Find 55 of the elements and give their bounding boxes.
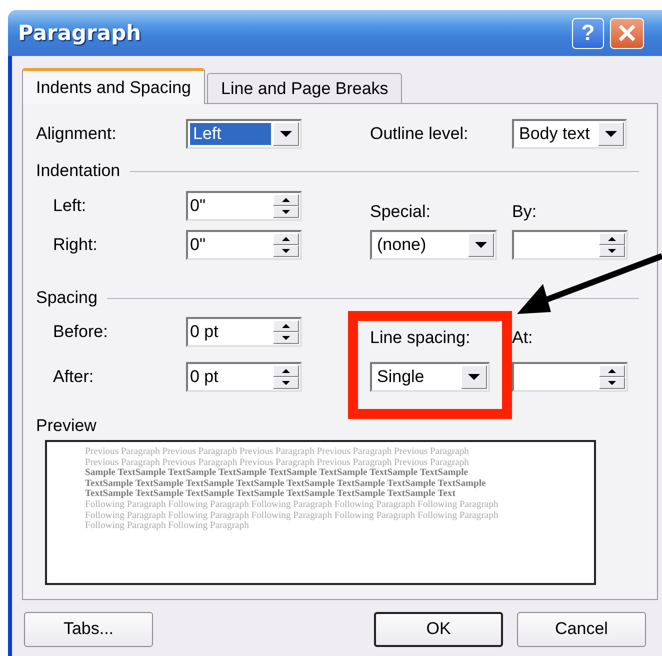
- close-icon: [618, 24, 636, 42]
- preview-text: TextSample TextSample TextSample TextSample TextSample TextSample TextSample Text: [85, 489, 456, 500]
- section-title: Spacing: [36, 288, 98, 308]
- input-field[interactable]: 0": [186, 230, 302, 260]
- spin-down-button[interactable]: [599, 245, 625, 257]
- preview-text: Previous Paragraph Previous Paragraph Previous Paragraph Previous Paragraph Previous Paragraph: [85, 447, 470, 458]
- input-field[interactable]: 0 pt: [186, 362, 302, 392]
- field-label: At:: [512, 328, 534, 348]
- field-label: By:: [512, 202, 538, 222]
- field-label: Outline level:: [370, 124, 470, 144]
- preview-text: Following Paragraph Following Paragraph: [85, 521, 250, 532]
- spin-up-button[interactable]: [273, 233, 299, 245]
- special-dropdown[interactable]: (none): [370, 230, 497, 260]
- section-title: Preview: [36, 416, 96, 436]
- dropdown-arrow-button[interactable]: [468, 233, 494, 257]
- dropdown-arrow-button[interactable]: [598, 122, 624, 146]
- line-spacing-dropdown[interactable]: Single: [370, 362, 490, 392]
- outline-level-dropdown[interactable]: Body text: [512, 119, 627, 149]
- preview-text: Following Paragraph Following Paragraph Following Paragraph Following Paragraph Following Paragraph: [85, 510, 500, 521]
- input-field[interactable]: [512, 230, 628, 260]
- spin-down-button[interactable]: [273, 332, 299, 344]
- spin-down-button[interactable]: [273, 206, 299, 218]
- dropdown-arrow-button[interactable]: [461, 365, 487, 389]
- field-label: Before:: [52, 322, 109, 342]
- spin-up-button[interactable]: [599, 365, 625, 377]
- dropdown-arrow-button[interactable]: [273, 122, 299, 146]
- field-label: After:: [52, 367, 95, 387]
- preview-text: Sample TextSample TextSample TextSample TextSample TextSample TextSample TextSample: [85, 468, 468, 479]
- dialog-button[interactable]: OK: [374, 612, 503, 646]
- window-title: Paragraph: [18, 21, 142, 45]
- field-label: Special:: [370, 202, 432, 222]
- spin-up-button[interactable]: [273, 194, 299, 206]
- input-field[interactable]: [512, 362, 628, 392]
- field-label: Line spacing:: [370, 328, 472, 348]
- field-label: Right:: [52, 235, 98, 255]
- spin-up-button[interactable]: [273, 365, 299, 377]
- spin-up-button[interactable]: [599, 233, 625, 245]
- section-title: Indentation: [36, 161, 120, 181]
- field-label: Alignment:: [36, 124, 118, 144]
- input-field[interactable]: 0": [186, 191, 302, 221]
- spin-down-button[interactable]: [273, 377, 299, 389]
- dialog-button[interactable]: Tabs...: [24, 612, 153, 646]
- field-label: Left:: [52, 196, 88, 216]
- tab[interactable]: Indents and Spacing: [22, 68, 206, 104]
- spin-down-button[interactable]: [599, 377, 625, 389]
- spin-up-button[interactable]: [273, 320, 299, 332]
- alignment-dropdown[interactable]: Left: [186, 119, 302, 149]
- dialog-button[interactable]: Cancel: [517, 612, 646, 646]
- input-field[interactable]: 0 pt: [186, 317, 302, 347]
- spin-down-button[interactable]: [273, 245, 299, 257]
- preview-text: TextSample TextSample TextSample TextSample TextSample TextSample TextSample TextSample: [85, 478, 487, 489]
- preview-text: Previous Paragraph Previous Paragraph Previous Paragraph Previous Paragraph Previous Paragraph: [85, 458, 470, 468]
- preview-text: Following Paragraph Following Paragraph Following Paragraph Following Paragraph Following Paragraph: [85, 500, 500, 511]
- tab[interactable]: Line and Page Breaks: [207, 73, 402, 104]
- close-button[interactable]: [610, 18, 644, 48]
